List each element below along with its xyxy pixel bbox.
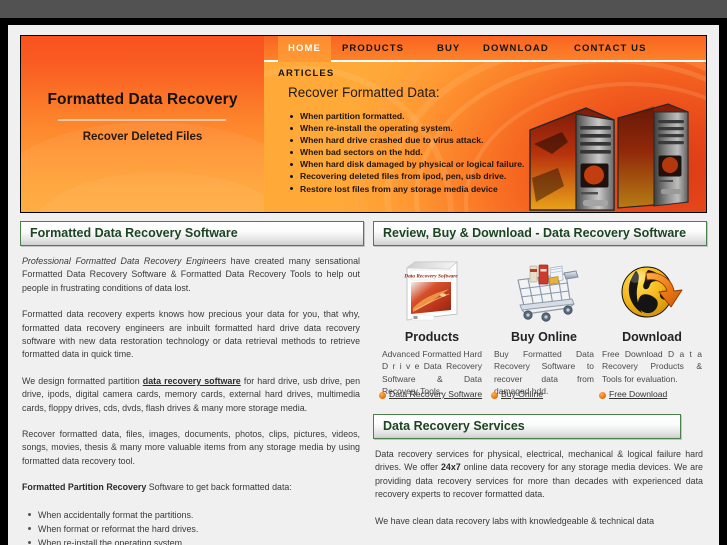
list-item: When partition formatted. <box>290 110 586 122</box>
banner-divider <box>58 119 226 121</box>
list-item: When re-install the operating system. <box>28 536 364 545</box>
paragraph-design: We design formatted partition data recov… <box>20 375 364 415</box>
product-card-buy-online[interactable]: Buy Online Buy Formatted Data Recovery S… <box>492 255 596 398</box>
main-navigation: HOME PRODUCTS BUY DOWNLOAD CONTACT US <box>264 36 706 62</box>
product-title: Buy Online <box>511 330 577 344</box>
svg-text:Data Recovery Software: Data Recovery Software <box>403 274 458 280</box>
product-description: Free Download D a t a Recovery Products … <box>602 349 702 384</box>
link-bullet-icon <box>379 392 386 399</box>
site-tagline: Recover Deleted Files <box>82 131 203 143</box>
section-header-review-buy-download: Review, Buy & Download - Data Recovery S… <box>373 221 707 246</box>
product-card-products[interactable]: Data Recovery Software Products Advanced… <box>380 255 484 398</box>
section-title: Formatted Data Recovery Software <box>30 226 238 240</box>
section-header-services: Data Recovery Services <box>373 414 681 439</box>
nav-item-home[interactable]: HOME <box>278 36 331 62</box>
articles-label: ARTICLES <box>278 68 335 79</box>
list-item: When hard disk damaged by physical or lo… <box>290 158 586 170</box>
partition-recovery-rest: Software to get back formatted data: <box>146 482 292 493</box>
data-recovery-software-link[interactable]: data recovery software <box>143 376 241 386</box>
banner-nav-panel: HOME PRODUCTS BUY DOWNLOAD CONTACT US AR… <box>264 36 706 212</box>
partition-recovery-bullet-list: When accidentally format the partitions.… <box>20 508 364 545</box>
partition-recovery-bold: Formatted Partition Recovery <box>22 482 147 493</box>
paragraph-recover: Recover formatted data, files, images, d… <box>22 429 360 466</box>
site-title: Formatted Data Recovery <box>47 91 238 108</box>
link-data-recovery-software[interactable]: Data Recovery Software <box>389 389 482 399</box>
page-root: Formatted Data Recovery Recover Deleted … <box>8 25 719 545</box>
product-title: Products <box>404 330 460 344</box>
list-item: Restore lost files from any storage medi… <box>290 183 586 195</box>
services-24x7: 24x7 <box>440 462 461 473</box>
paragraph-services-1: Data recovery services for physical, ele… <box>373 448 707 502</box>
browser-chrome-bar <box>0 0 727 18</box>
design-pre: We design formatted partition <box>22 375 143 386</box>
paragraph-services-2: We have clean data recovery labs with kn… <box>375 515 655 526</box>
section-title: Data Recovery Services <box>383 419 525 433</box>
nav-item-download[interactable]: DOWNLOAD <box>473 36 559 62</box>
link-bullet-icon <box>491 392 498 399</box>
link-bullet-icon <box>599 392 606 399</box>
list-item: When re-install the operating system. <box>290 122 586 134</box>
list-item: When format or reformat the hard drives. <box>28 522 364 536</box>
list-item: When accidentally format the partitions. <box>28 508 364 522</box>
nav-item-products[interactable]: PRODUCTS <box>332 36 414 62</box>
list-item: When hard drive crashed due to virus att… <box>290 134 586 146</box>
paragraph-intro: Professional Formatted Data Recovery Eng… <box>20 255 364 295</box>
list-item: When bad sectors on the hdd. <box>290 146 586 158</box>
link-free-download[interactable]: Free Download <box>609 389 667 399</box>
banner-branding-panel: Formatted Data Recovery Recover Deleted … <box>21 36 264 212</box>
list-item: Recovering deleted files from ipod, pen,… <box>290 170 586 182</box>
product-title: Download <box>622 330 682 344</box>
software-box-icon: Data Recovery Software <box>380 255 484 327</box>
product-card-download[interactable]: Download Free Download D a t a Recovery … <box>600 255 704 385</box>
paragraph-experts: Formatted data recovery experts knows ho… <box>22 309 360 360</box>
articles-heading: Recover Formatted Data: <box>288 85 440 100</box>
section-title: Review, Buy & Download - Data Recovery S… <box>383 226 687 240</box>
nav-item-contact-us[interactable]: CONTACT US <box>564 36 657 62</box>
shopping-cart-icon <box>492 255 596 327</box>
intro-italic-lead: Professional Formatted Data Recovery Eng… <box>22 256 227 266</box>
left-content-column: Formatted Data Recovery Software Profess… <box>20 221 364 545</box>
site-banner: Formatted Data Recovery Recover Deleted … <box>20 35 707 213</box>
articles-bullet-list: When partition formatted. When re-instal… <box>286 110 586 195</box>
section-header-software: Formatted Data Recovery Software <box>20 221 364 246</box>
globe-download-icon <box>600 255 704 327</box>
right-content-column: Review, Buy & Download - Data Recovery S… <box>373 221 707 541</box>
product-showcase-row: Data Recovery Software Products Advanced… <box>373 255 707 405</box>
link-buy-online[interactable]: Buy Online <box>501 389 543 399</box>
paragraph-partition-recovery: Formatted Partition Recovery Software to… <box>20 481 364 494</box>
nav-item-buy[interactable]: BUY <box>427 36 470 62</box>
